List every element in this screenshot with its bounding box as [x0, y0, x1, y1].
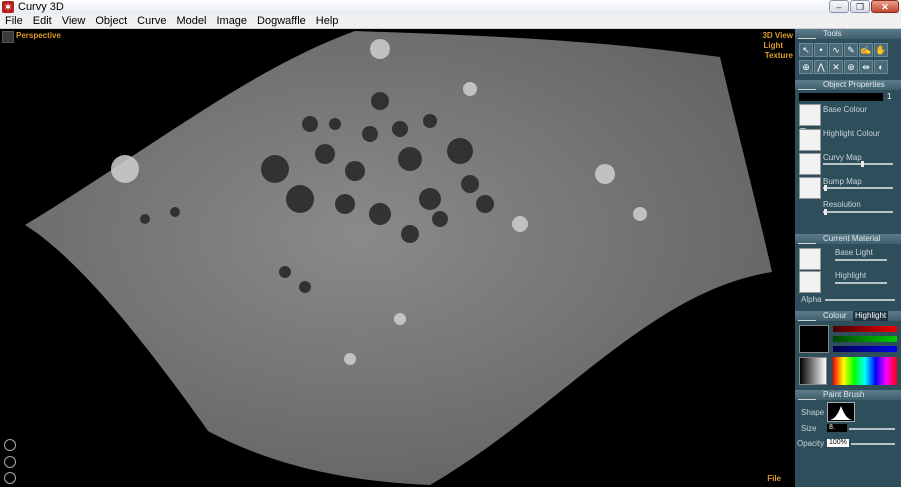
mirror-tool-icon[interactable]: ⇹: [859, 60, 873, 74]
header-tick: [798, 312, 816, 321]
highlight-label: Highlight: [835, 271, 867, 280]
maximize-button[interactable]: ❐: [850, 0, 870, 13]
hand-tool-icon[interactable]: ✋: [874, 43, 888, 57]
bump-map-swatch[interactable]: [799, 177, 821, 199]
orbit-tool-icon[interactable]: ⊛: [844, 60, 858, 74]
brush-shape-icon: [829, 406, 853, 420]
resolution-slider-knob[interactable]: [824, 209, 827, 215]
viewport-label: Perspective: [16, 31, 61, 40]
brush-tool-icon[interactable]: ✎: [844, 43, 858, 57]
zoom-view-icon[interactable]: [4, 472, 16, 484]
bump-map-slider-knob[interactable]: [824, 185, 827, 191]
hue-spectrum-picker[interactable]: [833, 357, 897, 385]
size-field[interactable]: 8.: [827, 424, 847, 432]
viewport-3d[interactable]: Perspective 3D View Light Texture File: [0, 29, 795, 487]
terrain-surface[interactable]: [0, 29, 795, 487]
header-tick: [798, 391, 816, 400]
rotate-view-icon[interactable]: [4, 439, 16, 451]
menu-help[interactable]: Help: [311, 14, 344, 28]
smooth-tool-icon[interactable]: ✍: [859, 43, 873, 57]
crosshair-tool-icon[interactable]: ⊕: [799, 60, 813, 74]
header-tick: [798, 235, 816, 244]
curvy-map-slider[interactable]: [823, 163, 893, 165]
opacity-field[interactable]: 100%: [827, 439, 849, 447]
brush-shape-preview[interactable]: [827, 402, 855, 422]
menu-file[interactable]: File: [0, 14, 28, 28]
mode-texture[interactable]: Texture: [765, 51, 793, 60]
resolution-label: Resolution: [823, 200, 861, 209]
alpha-label: Alpha: [801, 295, 822, 304]
paint-brush-title: Paint Brush: [823, 390, 865, 399]
colour-tab-highlight[interactable]: Highlight: [853, 311, 889, 321]
tools-header[interactable]: Tools: [795, 29, 901, 39]
material-base-swatch[interactable]: [799, 248, 821, 270]
bump-map-slider[interactable]: [823, 187, 893, 189]
pan-view-icon[interactable]: [4, 456, 16, 468]
delete-tool-icon[interactable]: ✕: [829, 60, 843, 74]
object-properties-title: Object Properties: [823, 80, 885, 89]
current-material-header[interactable]: Current Material: [795, 234, 901, 244]
blue-channel-slider[interactable]: [833, 346, 897, 352]
side-panel: Tools ↖ • ∿ ✎ ✍ ✋ ⊕ ⋀ ✕ ⊛ ⇹ ◐ Object Pro…: [795, 29, 901, 487]
menu-model[interactable]: Model: [172, 14, 212, 28]
object-name-field[interactable]: [799, 93, 883, 101]
app-logo-icon: ✶: [2, 1, 14, 13]
window-title: Curvy 3D: [18, 1, 64, 13]
curvy-map-label: Curvy Map: [823, 153, 862, 162]
header-tick: [798, 30, 816, 39]
base-colour-label: Base Colour: [823, 105, 868, 114]
green-channel-slider[interactable]: [833, 336, 897, 342]
viewport-menu-toggle[interactable]: [2, 31, 14, 43]
menu-view[interactable]: View: [57, 14, 91, 28]
material-highlight-swatch[interactable]: [799, 271, 821, 293]
close-button[interactable]: ✕: [871, 0, 899, 13]
mode-3d-view[interactable]: 3D View: [762, 31, 793, 40]
resolution-slider[interactable]: [823, 211, 893, 213]
size-label: Size: [801, 424, 817, 433]
current-material-title: Current Material: [823, 234, 881, 243]
menu-bar: File Edit View Object Curve Model Image …: [0, 14, 901, 29]
object-number: 1: [887, 92, 892, 101]
curvy-map-swatch[interactable]: [799, 153, 821, 175]
add-curve-tool-icon[interactable]: ∿: [829, 43, 843, 57]
select-tool-icon[interactable]: ↖: [799, 43, 813, 57]
mode-light[interactable]: Light: [763, 41, 783, 50]
curvy-map-slider-knob[interactable]: [861, 161, 864, 167]
menu-curve[interactable]: Curve: [132, 14, 171, 28]
menu-edit[interactable]: Edit: [28, 14, 57, 28]
current-colour-swatch[interactable]: [799, 325, 829, 353]
brightness-picker[interactable]: [799, 357, 827, 385]
viewport-footer-label: File: [767, 474, 781, 483]
menu-image[interactable]: Image: [211, 14, 252, 28]
colour-header[interactable]: Colour Highlight: [795, 311, 901, 321]
base-light-slider[interactable]: [835, 259, 887, 261]
highlight-slider[interactable]: [835, 282, 887, 284]
object-properties-header[interactable]: Object Properties: [795, 80, 901, 90]
tools-title: Tools: [823, 29, 842, 38]
menu-dogwaffle[interactable]: Dogwaffle: [252, 14, 311, 28]
shape-label: Shape: [801, 408, 825, 417]
colour-title: Colour: [823, 311, 847, 320]
title-bar: ✶ Curvy 3D – ❐ ✕: [0, 0, 901, 14]
opacity-slider[interactable]: [851, 443, 895, 445]
alpha-slider[interactable]: [825, 299, 895, 301]
red-channel-slider[interactable]: [833, 326, 897, 332]
highlight-colour-label: Highlight Colour: [823, 129, 880, 138]
minimize-button[interactable]: –: [829, 0, 849, 13]
lathe-tool-icon[interactable]: ⋀: [814, 60, 828, 74]
paint-brush-header[interactable]: Paint Brush: [795, 390, 901, 400]
bump-map-label: Bump Map: [823, 177, 862, 186]
header-tick: [798, 81, 816, 90]
split-tool-icon[interactable]: ◐: [874, 60, 888, 74]
size-slider[interactable]: [849, 428, 895, 430]
opacity-label: Opacity: [797, 439, 825, 448]
base-colour-swatch[interactable]: [799, 104, 821, 126]
menu-object[interactable]: Object: [90, 14, 132, 28]
move-point-tool-icon[interactable]: •: [814, 43, 828, 57]
highlight-colour-swatch[interactable]: [799, 129, 821, 151]
base-light-label: Base Light: [835, 248, 873, 257]
